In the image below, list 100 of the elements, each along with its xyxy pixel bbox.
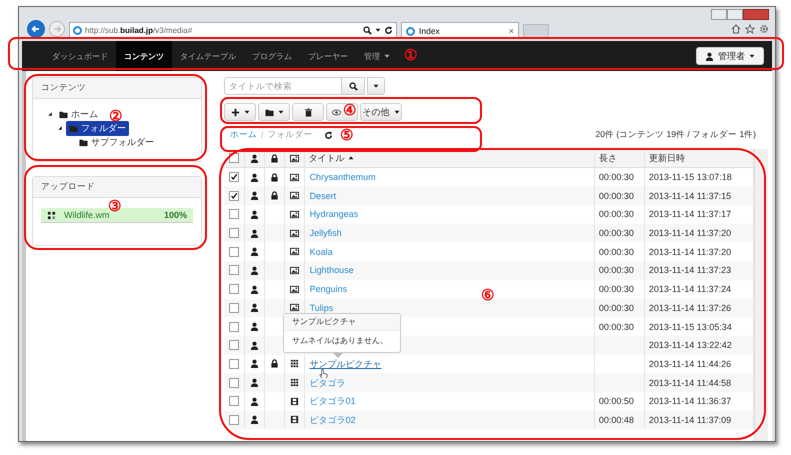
title-link[interactable]: Penguins xyxy=(310,284,348,294)
more-button[interactable]: その他 xyxy=(360,103,402,121)
person-icon xyxy=(250,396,259,406)
image-icon xyxy=(290,172,299,182)
settings-icon[interactable] xyxy=(759,24,769,34)
row-checkbox[interactable] xyxy=(228,414,239,425)
nav-tab[interactable]: プログラム xyxy=(244,41,300,71)
table-cell: 00:00:30 xyxy=(598,265,634,276)
refresh-icon[interactable] xyxy=(324,130,334,140)
row-checkbox[interactable] xyxy=(228,265,239,276)
caret-icon xyxy=(394,109,400,115)
row-checkbox[interactable] xyxy=(228,396,239,406)
nav-tab[interactable]: ダッシュボード xyxy=(44,41,116,71)
person-icon xyxy=(250,172,259,182)
image-icon xyxy=(290,284,299,294)
nav-tab[interactable]: タイムテーブル xyxy=(172,41,244,71)
row-checkbox[interactable] xyxy=(228,378,239,388)
row-checkbox[interactable] xyxy=(228,322,239,332)
title-link[interactable]: ピタゴラ01 xyxy=(310,396,356,406)
row-checkbox[interactable] xyxy=(228,190,239,201)
table-cell: 2013-11-14 11:37:17 xyxy=(648,209,732,220)
breadcrumb-link[interactable]: ホーム xyxy=(230,129,257,141)
user-menu-button[interactable]: 管理者 xyxy=(696,47,764,65)
person-icon xyxy=(250,303,259,312)
view-button[interactable] xyxy=(326,103,358,121)
row-checkbox[interactable] xyxy=(228,246,239,257)
minimize-button[interactable] xyxy=(711,9,727,20)
row-checkbox[interactable] xyxy=(228,172,239,182)
table-cell: 00:00:30 xyxy=(598,209,634,220)
table-cell: 2013-11-14 11:36:37 xyxy=(648,396,732,406)
expander-icon[interactable] xyxy=(47,111,53,117)
star-icon[interactable] xyxy=(745,24,755,34)
title-link[interactable]: ピタゴラ02 xyxy=(310,414,356,425)
person-icon xyxy=(250,154,259,163)
title-link[interactable]: ピタゴラ xyxy=(310,378,346,388)
caret-icon xyxy=(278,109,284,115)
person-icon xyxy=(250,340,259,350)
image-icon xyxy=(290,247,299,256)
title-link[interactable]: Chrysanthemum xyxy=(310,172,376,182)
person-icon xyxy=(250,378,259,388)
title-link[interactable]: Hydrangeas xyxy=(310,209,358,220)
back-button[interactable] xyxy=(27,20,45,38)
tab-title: Index xyxy=(419,26,440,36)
search-field[interactable]: タイトルで検索 xyxy=(224,77,342,95)
home-icon[interactable] xyxy=(731,24,741,34)
row-checkbox[interactable] xyxy=(228,284,239,294)
tree-item[interactable]: ホーム xyxy=(56,106,101,122)
add-button[interactable] xyxy=(224,103,256,121)
table-cell: 00:00:30 xyxy=(598,190,634,201)
table-cell: 00:00:30 xyxy=(598,228,634,238)
row-checkbox[interactable] xyxy=(228,228,239,238)
table-cell: 2013-11-14 11:37:15 xyxy=(648,190,732,201)
search-icon[interactable] xyxy=(363,26,372,34)
breadcrumb-separator: / xyxy=(261,130,264,140)
person-icon xyxy=(250,359,259,368)
url-text: http://sub.builad.jp/v3/media# xyxy=(85,26,192,34)
table-cell: 2013-11-15 13:05:34 xyxy=(648,322,732,332)
table-cell: 2013-11-14 11:44:58 xyxy=(648,378,732,388)
nav-tab[interactable]: 管理 xyxy=(356,41,398,71)
column-header[interactable]: 長さ xyxy=(594,149,644,168)
close-tab-button[interactable]: × xyxy=(508,26,514,36)
row-checkbox[interactable] xyxy=(228,209,239,220)
person-icon xyxy=(250,322,259,332)
title-link[interactable]: サンプルピクチャ xyxy=(310,358,382,369)
folder-button[interactable] xyxy=(258,103,290,121)
table-cell: 00:00:48 xyxy=(598,414,634,425)
delete-button[interactable] xyxy=(292,103,324,121)
row-checkbox[interactable] xyxy=(228,358,239,369)
address-bar[interactable]: http://sub.builad.jp/v3/media# xyxy=(69,22,397,38)
table-cell: 00:00:30 xyxy=(598,246,634,257)
tree-item[interactable]: サブフォルダー xyxy=(76,134,157,150)
row-checkbox[interactable] xyxy=(228,302,239,313)
image-icon xyxy=(290,228,299,238)
caret-icon[interactable] xyxy=(375,27,381,33)
refresh-icon[interactable] xyxy=(384,26,393,34)
grid-icon xyxy=(290,378,299,388)
table-cell: 2013-11-14 11:37:09 xyxy=(648,414,732,425)
lock-icon xyxy=(270,154,279,163)
maximize-button[interactable] xyxy=(727,9,743,20)
nav-tab[interactable]: コンテンツ xyxy=(116,41,172,71)
annotation-number: ① xyxy=(404,48,417,64)
search-button[interactable] xyxy=(341,77,365,95)
column-header[interactable]: タイトル xyxy=(304,149,594,168)
eye-icon xyxy=(332,108,341,116)
item-count: 20件 (コンテンツ 19件 / フォルダー 1件) xyxy=(596,129,756,141)
expander-icon[interactable] xyxy=(57,125,63,131)
tree-item[interactable]: フォルダー xyxy=(66,120,129,136)
nav-tab[interactable]: プレーヤー xyxy=(300,41,356,71)
image-icon xyxy=(290,210,299,219)
person-icon xyxy=(705,52,714,60)
forward-arrow-icon xyxy=(51,23,63,35)
popover-title: サンプルピクチャ xyxy=(284,314,400,331)
table-cell: 00:00:50 xyxy=(598,396,634,406)
row-checkbox[interactable] xyxy=(228,340,239,350)
sort-icon xyxy=(348,155,354,162)
person-icon xyxy=(250,266,259,275)
table-cell: 2013-11-14 11:37:23 xyxy=(648,265,732,276)
person-icon xyxy=(250,415,259,424)
title-link[interactable]: Koala xyxy=(310,246,333,257)
search-options-button[interactable] xyxy=(367,77,385,95)
